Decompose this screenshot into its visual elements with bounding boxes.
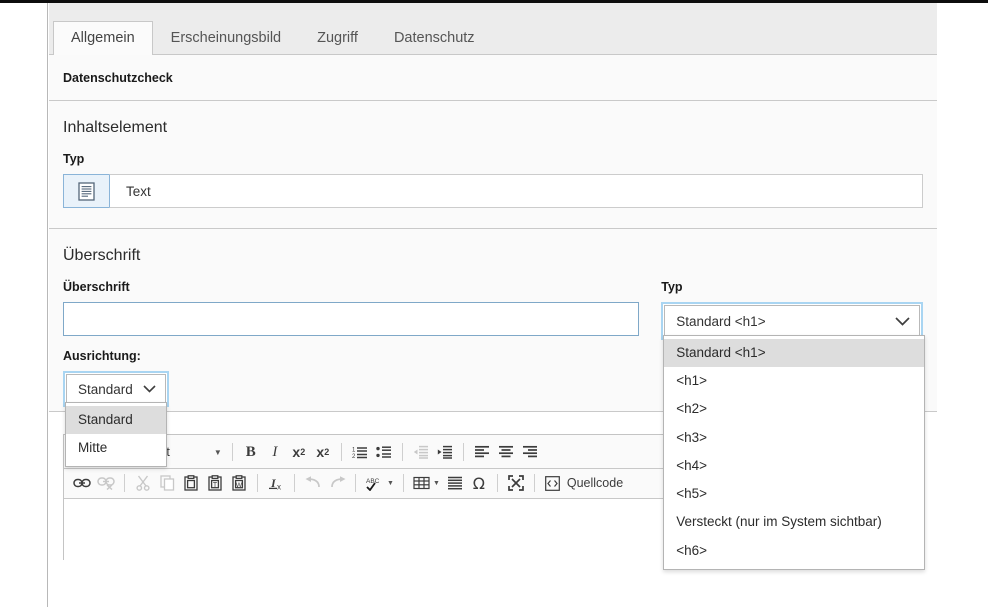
cut-icon <box>131 471 155 495</box>
content-element-section: Inhaltselement Typ Text <box>49 101 937 229</box>
table-icon[interactable]: ▼ <box>410 471 443 495</box>
headline-type-option-h3[interactable]: <h3> <box>664 424 924 452</box>
chevron-down-icon: ▼ <box>432 479 440 487</box>
alignment-selected-value: Standard <box>78 381 133 397</box>
content-type-value[interactable]: Text <box>109 174 923 208</box>
tab-zugriff[interactable]: Zugriff <box>299 21 376 56</box>
indent-icon[interactable] <box>433 440 457 464</box>
source-code-button[interactable]: Quellcode <box>541 471 627 495</box>
headline-heading: Überschrift <box>63 247 141 264</box>
headline-type-option-h5[interactable]: <h5> <box>664 480 924 508</box>
toolbar-separator <box>257 474 258 492</box>
toolbar-separator <box>294 474 295 492</box>
headline-input[interactable] <box>63 302 640 336</box>
numbered-list-icon[interactable]: 1 2 <box>348 440 372 464</box>
chevron-down-icon: ▼ <box>213 447 222 457</box>
special-char-icon[interactable]: Ω <box>467 471 491 495</box>
source-code-icon <box>544 475 560 491</box>
headline-type-option-h1[interactable]: <h1> <box>664 367 924 395</box>
toolbar-separator <box>496 474 498 492</box>
subscript-icon[interactable]: x2 <box>287 440 311 464</box>
alignment-label: Ausrichtung: <box>63 349 141 363</box>
headline-type-selected-value: Standard <h1> <box>676 313 766 329</box>
bulleted-list-icon[interactable] <box>372 440 396 464</box>
headline-field-label: Überschrift <box>63 280 130 294</box>
alignment-option-mitte[interactable]: Mitte <box>66 434 166 462</box>
toolbar-separator <box>340 443 342 461</box>
headline-left-column: Überschrift Ausrichtung: Standard Standa… <box>63 267 640 468</box>
tab-allgemein[interactable]: Allgemein <box>53 20 153 55</box>
headline-right-column: Typ Standard <h1> Standard <h1> <h1> <h2… <box>661 267 926 570</box>
toolbar-separator <box>355 474 356 492</box>
tab-erscheinungsbild[interactable]: Erscheinungsbild <box>153 21 299 56</box>
svg-text:2: 2 <box>352 454 356 459</box>
content-type-label: Typ <box>63 152 85 166</box>
svg-text:x: x <box>277 483 281 492</box>
remove-format-icon[interactable]: I x <box>264 471 288 495</box>
bold-icon[interactable]: B <box>239 440 263 464</box>
content-type-row: Text <box>63 174 923 208</box>
content-element-heading: Inhaltselement <box>63 119 168 136</box>
alignment-dropdown-menu[interactable]: Standard Mitte <box>65 402 167 468</box>
headline-type-option-standard-h1[interactable]: Standard <h1> <box>664 339 925 368</box>
text-element-icon <box>78 181 95 201</box>
italic-icon[interactable]: I <box>263 440 287 464</box>
svg-text:ABC: ABC <box>366 478 380 485</box>
spellcheck-icon[interactable]: ABC ▼ <box>362 471 397 495</box>
undo-icon <box>301 471 325 495</box>
page-title: Datenschutzcheck <box>63 71 173 85</box>
toolbar-separator <box>231 443 233 461</box>
headline-section: Überschrift Überschrift Ausrichtung: Sta… <box>49 229 937 570</box>
headline-type-option-versteckt[interactable]: Versteckt (nur im System sichtbar) <box>664 508 924 536</box>
paste-icon[interactable] <box>179 471 203 495</box>
toolbar-separator <box>533 474 535 492</box>
source-code-label: Quellcode <box>566 476 624 490</box>
svg-text:1: 1 <box>352 448 356 454</box>
content-panel: Allgemein Erscheinungsbild Zugriff Daten… <box>49 3 937 607</box>
headline-type-option-h6[interactable]: <h6> <box>664 537 924 565</box>
alignment-option-standard[interactable]: Standard <box>66 406 166 435</box>
svg-text:W: W <box>236 482 243 489</box>
text-element-icon-button[interactable] <box>63 174 109 208</box>
headline-type-label: Typ <box>661 280 683 294</box>
tab-label: Allgemein <box>71 29 135 46</box>
link-icon[interactable] <box>70 471 94 495</box>
headline-type-option-h2[interactable]: <h2> <box>664 395 924 423</box>
maximize-icon[interactable] <box>504 471 528 495</box>
tab-datenschutz[interactable]: Datenschutz <box>376 21 493 56</box>
page-title-section: Datenschutzcheck <box>49 55 937 101</box>
paste-from-word-icon[interactable]: W <box>227 471 251 495</box>
headline-columns: Überschrift Ausrichtung: Standard Standa… <box>63 267 926 570</box>
horizontal-rule-icon[interactable] <box>443 471 467 495</box>
align-center-icon[interactable] <box>494 440 518 464</box>
chevron-down-icon <box>143 385 156 393</box>
chevron-down-icon: ▼ <box>387 479 394 487</box>
tab-label: Datenschutz <box>393 29 475 46</box>
headline-type-dropdown-menu[interactable]: Standard <h1> <h1> <h2> <h3> <h4> <h5> V… <box>663 335 926 570</box>
tab-bar: Allgemein Erscheinungsbild Zugriff Daten… <box>49 3 937 55</box>
redo-icon <box>325 471 349 495</box>
headline-type-select-wrap: Standard <h1> Standard <h1> <h1> <h2> <h… <box>661 302 926 570</box>
align-right-icon[interactable] <box>518 440 542 464</box>
toolbar-separator <box>124 474 125 492</box>
headline-type-option-h4[interactable]: <h4> <box>664 452 924 480</box>
unlink-icon <box>94 471 118 495</box>
toolbar-separator <box>402 474 404 492</box>
alignment-select-wrap: Standard Standard Mitte <box>63 371 639 468</box>
toolbar-separator <box>401 443 403 461</box>
outdent-icon <box>409 440 433 464</box>
tab-label: Zugriff <box>317 29 358 46</box>
chevron-down-icon <box>895 316 910 326</box>
left-margin-rail <box>0 3 48 607</box>
toolbar-separator <box>462 443 464 461</box>
svg-text:T: T <box>213 482 218 489</box>
copy-icon <box>155 471 179 495</box>
screen-root: Allgemein Erscheinungsbild Zugriff Daten… <box>0 3 988 607</box>
tab-label: Erscheinungsbild <box>170 29 282 46</box>
paste-as-text-icon[interactable]: T <box>203 471 227 495</box>
superscript-icon[interactable]: x2 <box>311 440 335 464</box>
align-left-icon[interactable] <box>470 440 494 464</box>
